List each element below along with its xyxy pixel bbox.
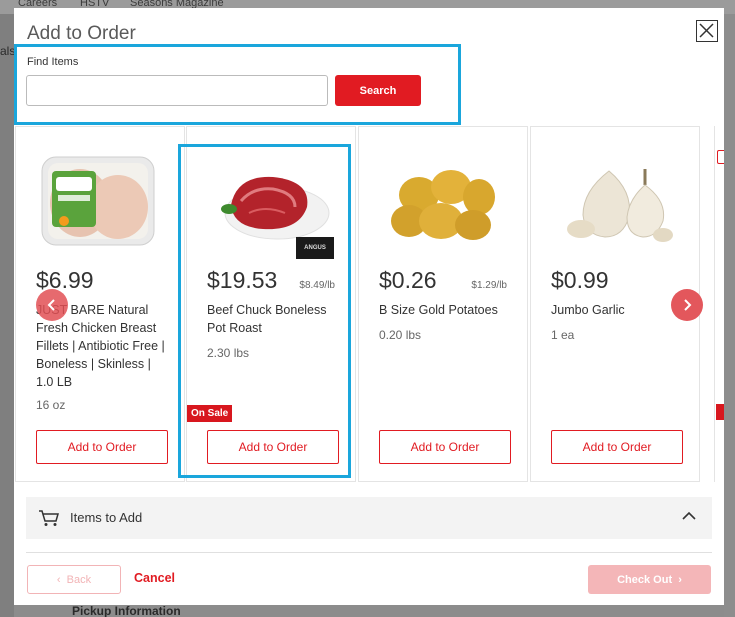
chevron-right-icon: › [672, 573, 682, 586]
sale-badge-fragment [716, 404, 724, 420]
add-to-order-button[interactable]: Add to Order [207, 430, 339, 464]
search-input[interactable] [26, 75, 328, 106]
product-card-beef: ANGUS $19.53 $8.49/lb Beef Chuck Boneles… [186, 126, 356, 482]
background-bottom: Pickup Information [14, 604, 724, 617]
find-items-label: Find Items [27, 56, 79, 68]
potatoes-product-image [391, 170, 495, 240]
items-to-add-label: Items to Add [70, 510, 143, 525]
check-out-label: Check Out [617, 573, 673, 586]
chevron-right-icon [684, 299, 692, 311]
check-out-button[interactable]: Check Out › [588, 565, 711, 594]
pickup-information-heading: Pickup Information [72, 604, 181, 617]
garlic-product-image [567, 169, 673, 242]
background-left: als [0, 14, 15, 617]
product-carousel: $6.99 JUST BARE Natural Fresh Chicken Br… [14, 126, 724, 484]
add-to-order-button[interactable]: Add to Order [36, 430, 168, 464]
add-to-order-modal: Add to Order Find Items Search $6.99 JUS… [14, 8, 724, 605]
product-size: 1 ea [551, 328, 575, 342]
chicken-product-image [41, 156, 155, 246]
product-card-potatoes: $0.26 $1.29/lb B Size Gold Potatoes 0.20… [358, 126, 528, 482]
product-name: Beef Chuck Boneless Pot Roast [207, 303, 327, 335]
product-price: $0.26 [379, 267, 437, 293]
carousel-next-button[interactable] [671, 289, 703, 321]
cart-icon-fragment [717, 150, 724, 164]
items-to-add-toggle[interactable]: Items to Add [26, 497, 712, 539]
chevron-left-icon: ‹ [56, 573, 67, 586]
search-button[interactable]: Search [335, 75, 421, 106]
footer-divider [26, 552, 712, 553]
back-label: Back [66, 573, 92, 586]
product-price: $0.99 [551, 267, 609, 293]
cancel-link[interactable]: Cancel [134, 571, 175, 585]
chevron-left-icon [47, 299, 55, 311]
product-unit-price: $8.49/lb [299, 280, 335, 291]
product-name: B Size Gold Potatoes [379, 303, 498, 317]
product-size: 0.20 lbs [379, 328, 422, 342]
beef-product-image [221, 176, 330, 240]
product-price: $19.53 [207, 267, 278, 293]
close-icon [699, 23, 714, 38]
carousel-prev-button[interactable] [36, 289, 68, 321]
on-sale-badge: On Sale [187, 405, 233, 422]
product-size: 16 oz [36, 398, 66, 412]
cart-icon [39, 510, 59, 526]
background-right [724, 14, 735, 617]
add-to-order-button[interactable]: Add to Order [379, 430, 511, 464]
product-name: Jumbo Garlic [551, 303, 625, 317]
angus-brand-logo: ANGUS [296, 237, 334, 259]
product-unit-price: $1.29/lb [471, 280, 507, 291]
back-button[interactable]: ‹ Back [27, 565, 121, 594]
add-to-order-button[interactable]: Add to Order [551, 430, 683, 464]
close-button[interactable] [696, 20, 718, 42]
chevron-up-icon [682, 511, 696, 520]
next-card-peek [714, 126, 724, 482]
product-size: 2.30 lbs [207, 346, 250, 360]
modal-title: Add to Order [27, 23, 136, 44]
